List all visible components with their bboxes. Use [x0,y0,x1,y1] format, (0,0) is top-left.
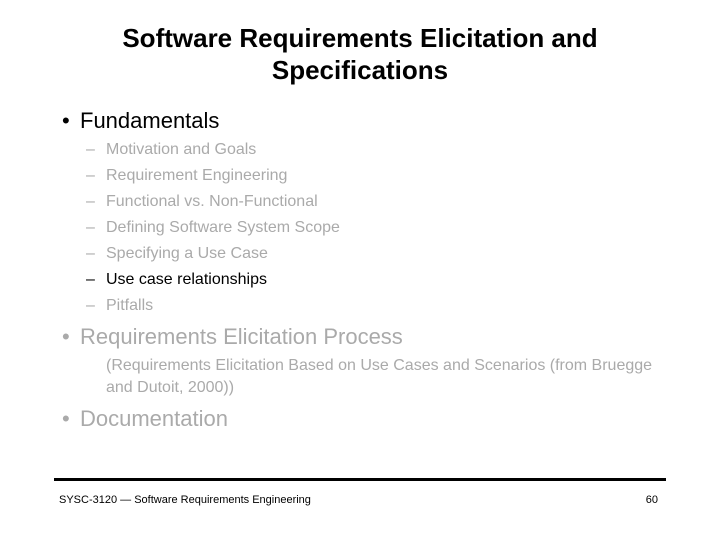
outline-item-note: (Requirements Elicitation Based on Use C… [106,357,653,396]
subitem-label: Requirement Engineering [106,167,288,184]
subitem-specifying-a-use-case: – Specifying a Use Case [86,244,268,264]
subitem-defining-software-system-scope: – Defining Software System Scope [86,218,340,238]
subitem-label: Functional vs. Non-Functional [106,193,318,210]
subitem-functional-vs-non-functional: – Functional vs. Non-Functional [86,192,318,212]
subitem-label: Pitfalls [106,297,154,314]
outline-item-label: Documentation [80,406,228,431]
outline-item-requirements-elicitation-process: • Requirements Elicitation Process [58,324,403,350]
subitem-pitfalls: – Pitfalls [86,296,153,316]
outline-item-fundamentals: • Fundamentals [58,108,219,134]
dash-icon: – [86,141,95,158]
dash-icon: – [86,297,95,314]
subitem-label: Use case relationships [106,271,267,288]
bullet-icon: • [62,406,70,431]
subitem-label: Specifying a Use Case [106,245,268,262]
dash-icon: – [86,167,95,184]
dash-icon: – [86,193,95,210]
footer-course-title: SYSC-3120 — Software Requirements Engine… [59,494,311,506]
outline-item-label: Fundamentals [80,108,220,133]
dash-icon: – [86,245,95,262]
subitem-label: Motivation and Goals [106,141,257,158]
subitem-motivation-and-goals: – Motivation and Goals [86,140,256,160]
bullet-icon: • [62,324,70,349]
dash-icon: – [86,271,95,288]
slide: Software Requirements Elicitation and Sp… [0,0,720,540]
subitem-use-case-relationships: – Use case relationships [86,270,267,290]
slide-title: Software Requirements Elicitation and Sp… [122,23,598,85]
footer-divider [54,478,666,481]
subitem-label: Defining Software System Scope [106,219,340,236]
subitem-requirement-engineering: – Requirement Engineering [86,166,287,186]
page-number: 60 [645,494,658,506]
dash-icon: – [86,219,95,236]
outline-item-label: Requirements Elicitation Process [80,324,403,349]
outline-item-documentation: • Documentation [58,406,228,432]
bullet-icon: • [62,108,70,133]
